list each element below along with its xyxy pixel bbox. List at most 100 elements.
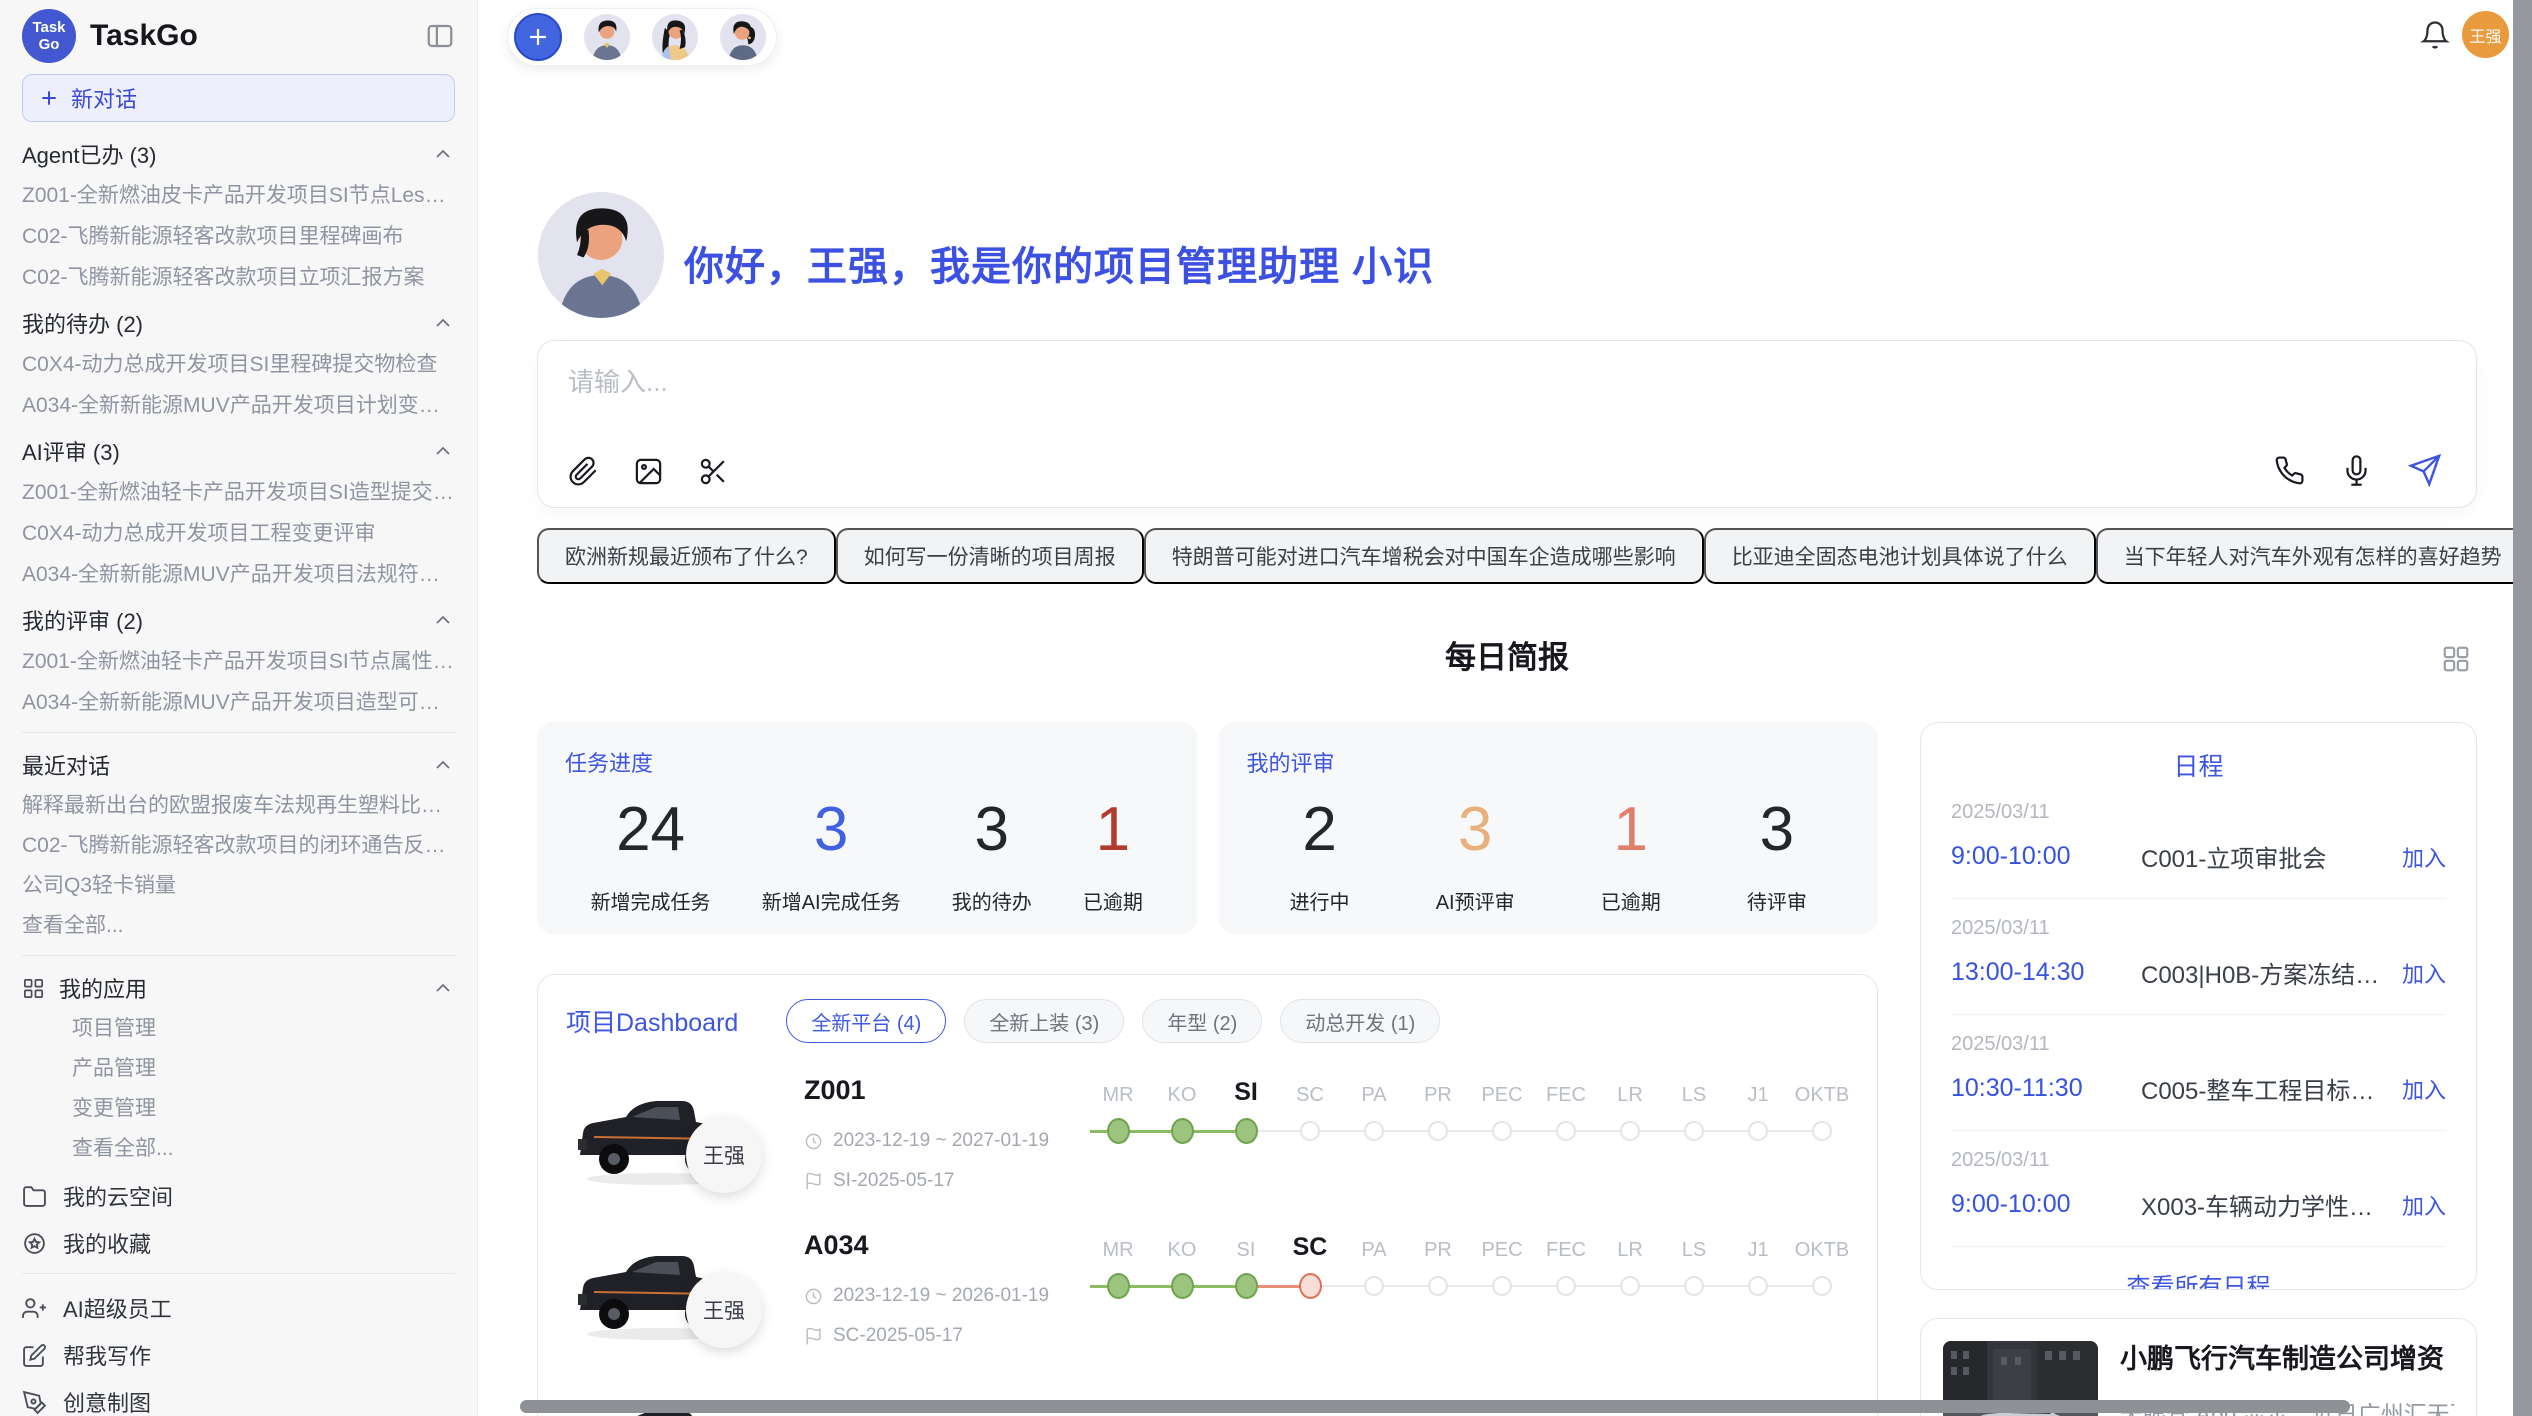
milestone-label: PA — [1342, 1226, 1406, 1262]
milestone-label: SC — [1278, 1071, 1342, 1107]
join-meeting-link[interactable]: 加入 — [2402, 1189, 2446, 1221]
milestone-dot — [1748, 1121, 1768, 1141]
favorites-badge-icon — [22, 1231, 47, 1256]
chevron-up-icon[interactable] — [431, 608, 455, 632]
collapse-sidebar-icon[interactable] — [425, 21, 455, 51]
sidebar-item[interactable]: Z001-全新燃油皮卡产品开发项目SI节点Lesson Learn报告 — [22, 182, 455, 209]
sidebar-item-app[interactable]: 变更管理 — [72, 1095, 455, 1122]
sidebar-header: Task Go TaskGo — [0, 0, 477, 72]
sidebar-item[interactable]: Z001-全新燃油轻卡产品开发项目SI造型提交物评审 — [22, 479, 455, 506]
sidebar-item-help-write[interactable]: 帮我写作 — [22, 1341, 455, 1369]
dashboard-title: 项目Dashboard — [566, 1003, 738, 1039]
dashboard-header: 项目Dashboard 全新平台 (4) 全新上装 (3) 年型 (2) 动总开发 (… — [566, 999, 1849, 1043]
sidebar-item[interactable]: A034-全新新能源MUV产品开发项目计划变更表编写 — [22, 392, 455, 419]
stat-label: 进行中 — [1290, 886, 1350, 915]
suggestion-chip[interactable]: 欧洲新规最近颁布了什么? — [537, 528, 836, 584]
dashboard-tab[interactable]: 全新平台 (4) — [786, 999, 946, 1043]
suggestion-chip[interactable]: 如何写一份清晰的项目周报 — [836, 528, 1144, 584]
sidebar-item-recent-chat[interactable]: 解释最新出台的欧盟报废车法规再生塑料比例被调至15%... — [22, 792, 455, 819]
image-icon[interactable] — [633, 456, 664, 487]
milestone: LR — [1598, 1071, 1662, 1155]
schedule-time: 9:00-10:00 — [1951, 842, 2141, 871]
stat: 3待评审 — [1747, 794, 1807, 915]
vertical-scrollbar[interactable] — [2513, 0, 2532, 1416]
sidebar-item[interactable]: C02-飞腾新能源轻客改款项目里程碑画布 — [22, 223, 455, 250]
project-row: 王强A0342023-12-19 ~ 2026-01-19SC-2025-05-… — [566, 1226, 1849, 1376]
logo-line-1: Task — [32, 19, 65, 36]
send-icon[interactable] — [2408, 453, 2442, 487]
user-avatar[interactable]: 王强 — [2462, 11, 2509, 58]
sidebar-item-recent-chat[interactable]: 查看全部... — [22, 912, 455, 939]
sidebar-item-favorites[interactable]: 我的收藏 — [22, 1229, 455, 1257]
sidebar-item[interactable]: C02-飞腾新能源轻客改款项目立项汇报方案 — [22, 264, 455, 291]
sidebar-item[interactable]: Z001-全新燃油轻卡产品开发项目SI节点属性5D文件评审 — [22, 648, 455, 675]
suggestion-chips: 欧洲新规最近颁布了什么?如何写一份清晰的项目周报特朗普可能对进口汽车增税会对中国… — [537, 528, 2477, 584]
dashboard-tab[interactable]: 动总开发 (1) — [1280, 999, 1440, 1043]
join-meeting-link[interactable]: 加入 — [2402, 957, 2446, 989]
sidebar-section-header: AI评审 (3) — [22, 437, 455, 465]
chevron-up-icon[interactable] — [431, 142, 455, 166]
milestone-dot-area — [1598, 1107, 1662, 1155]
project-info: A0342023-12-19 ~ 2026-01-19SC-2025-05-17 — [804, 1226, 1086, 1376]
milestone-label: LR — [1598, 1071, 1662, 1107]
sidebar-body: Agent已办 (3)Z001-全新燃油皮卡产品开发项目SI节点Lesson L… — [0, 140, 477, 1416]
milestone-dot-area — [1150, 1262, 1214, 1310]
dashboard-tab[interactable]: 年型 (2) — [1142, 999, 1262, 1043]
join-meeting-link[interactable]: 加入 — [2402, 841, 2446, 873]
composer-actions — [2274, 453, 2442, 487]
chevron-up-icon[interactable] — [431, 439, 455, 463]
agent-avatar-2[interactable] — [652, 14, 698, 60]
dashboard-tab[interactable]: 全新上装 (3) — [964, 999, 1124, 1043]
schedule-item: 2025/03/1110:30-11:30C005-整车工程目标评审加入 — [1951, 1015, 2446, 1131]
sidebar-item-ai-super-staff[interactable]: AI超级员工 — [22, 1294, 455, 1322]
sidebar-item[interactable]: A034-全新新能源MUV产品开发项目造型可行性评审 — [22, 689, 455, 716]
sidebar-item-cloud-space[interactable]: 我的云空间 — [22, 1182, 455, 1210]
milestone-label: OKTB — [1790, 1071, 1854, 1107]
stat-label: 已逾期 — [1083, 886, 1143, 915]
paperclip-icon[interactable] — [568, 456, 599, 487]
sidebar-item-app[interactable]: 项目管理 — [72, 1015, 455, 1042]
microphone-icon[interactable] — [2341, 455, 2372, 486]
project-info: Z0012023-12-19 ~ 2027-01-19SI-2025-05-17 — [804, 1071, 1086, 1221]
notifications-bell-icon[interactable] — [2420, 20, 2450, 50]
chevron-up-icon[interactable] — [431, 976, 455, 1000]
horizontal-scrollbar[interactable] — [520, 1400, 2350, 1413]
new-chat-button[interactable]: 新对话 — [22, 74, 455, 122]
sidebar-item[interactable]: A034-全新新能源MUV产品开发项目法规符合性评审 — [22, 561, 455, 588]
suggestion-chip[interactable]: 当下年轻人对汽车外观有怎样的喜好趋势 — [2096, 528, 2530, 584]
chevron-up-icon[interactable] — [431, 311, 455, 335]
schedule-name: C005-整车工程目标评审 — [2141, 1071, 2390, 1106]
scissors-icon[interactable] — [698, 456, 729, 487]
suggestion-chip[interactable]: 特朗普可能对进口汽车增税会对中国车企造成哪些影响 — [1144, 528, 1704, 584]
milestone-track: MRKOSISCPAPRPECFECLRLSJ1OKTB — [1086, 1226, 1854, 1376]
chevron-up-icon[interactable] — [431, 753, 455, 777]
project-dashboard-card: 项目Dashboard 全新平台 (4) 全新上装 (3) 年型 (2) 动总开发 (… — [537, 974, 1878, 1416]
sidebar-section: Agent已办 (3)Z001-全新燃油皮卡产品开发项目SI节点Lesson L… — [22, 140, 455, 291]
sidebar-item-app[interactable]: 产品管理 — [72, 1055, 455, 1082]
milestone-dot-area — [1662, 1262, 1726, 1310]
composer-input[interactable] — [568, 367, 2446, 398]
sidebar-item-my-apps[interactable]: 我的应用 — [22, 974, 455, 1002]
schedule-item: 2025/03/119:00-10:00C001-立项审批会加入 — [1951, 783, 2446, 899]
new-chat-label: 新对话 — [71, 82, 137, 114]
agent-avatar-3[interactable] — [720, 14, 766, 60]
layout-grid-icon[interactable] — [2441, 644, 2471, 674]
phone-call-icon[interactable] — [2274, 455, 2305, 486]
suggestion-chip[interactable]: 比亚迪全固态电池计划具体说了什么 — [1704, 528, 2096, 584]
sidebar-item-app[interactable]: 查看全部... — [72, 1135, 455, 1162]
clock-icon — [804, 1287, 823, 1306]
join-meeting-link[interactable]: 加入 — [2402, 1073, 2446, 1105]
sidebar-item-recent-chat[interactable]: C02-飞腾新能源轻客改款项目的闭环通告反馈情况 — [22, 832, 455, 859]
stat-label: AI预评审 — [1436, 886, 1515, 915]
milestone-label: FEC — [1534, 1226, 1598, 1262]
sidebar-item-recent-chat[interactable]: 公司Q3轻卡销量 — [22, 872, 455, 899]
agent-avatar-1[interactable] — [584, 14, 630, 60]
add-agent-button[interactable] — [514, 13, 562, 61]
sidebar-item[interactable]: C0X4-动力总成开发项目工程变更评审 — [22, 520, 455, 547]
milestone-dot — [1364, 1276, 1384, 1296]
sidebar-item-creative-drawing[interactable]: 创意制图 — [22, 1388, 455, 1416]
milestone-label: FEC — [1534, 1071, 1598, 1107]
recent-chats-title: 最近对话 — [22, 749, 431, 781]
view-all-schedule-link[interactable]: 查看所有日程 — [1951, 1267, 2446, 1290]
sidebar-item[interactable]: C0X4-动力总成开发项目SI里程碑提交物检查 — [22, 351, 455, 378]
